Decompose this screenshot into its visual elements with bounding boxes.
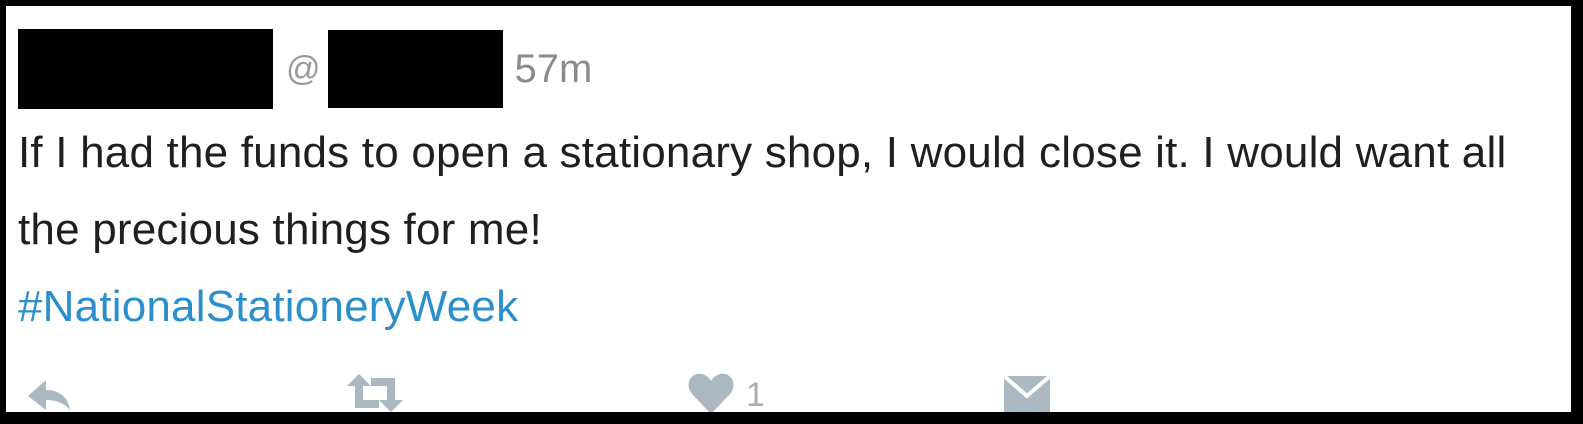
tweet-timestamp[interactable]: 57m: [515, 49, 593, 89]
tweet-actions: 1: [6, 370, 1571, 412]
message-icon: [1002, 374, 1052, 412]
redacted-display-name: [18, 29, 273, 109]
reply-button[interactable]: [24, 370, 76, 412]
at-symbol: @: [286, 50, 321, 88]
tweet-body: If I had the funds to open a stationary …: [18, 114, 1558, 345]
hashtag-link[interactable]: #NationalStationeryWeek: [18, 268, 1558, 345]
like-button[interactable]: 1: [686, 370, 765, 412]
tweet-text: If I had the funds to open a stationary …: [18, 128, 1507, 254]
redacted-username: [327, 30, 503, 108]
like-count: 1: [746, 376, 765, 412]
retweet-button[interactable]: [343, 370, 407, 412]
heart-icon: [688, 373, 734, 412]
tweet-header: @ 57m: [18, 27, 592, 111]
direct-message-button[interactable]: [1001, 370, 1053, 412]
reply-icon: [28, 380, 70, 410]
tweet-card: @ 57m If I had the funds to open a stati…: [6, 6, 1571, 412]
retweet-icon: [347, 374, 403, 412]
